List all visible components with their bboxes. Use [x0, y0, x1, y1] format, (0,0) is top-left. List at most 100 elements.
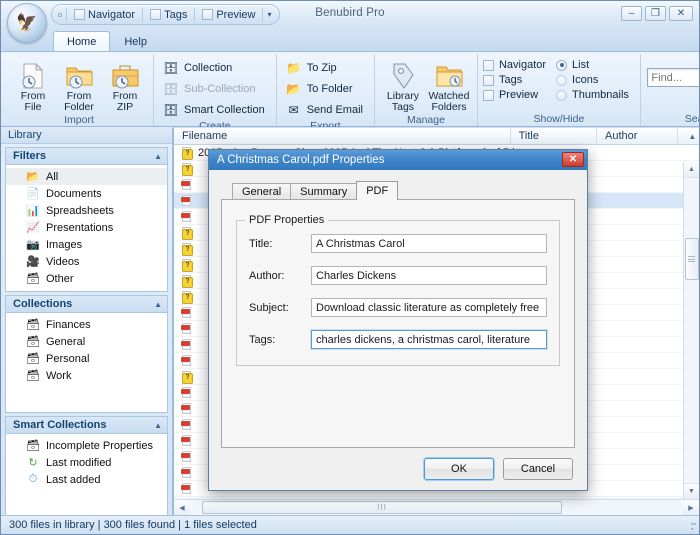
sidebar-item-work[interactable]: 🗃 Work [6, 367, 167, 384]
sidebar-item-personal[interactable]: 🗃 Personal [6, 350, 167, 367]
field-row-subject: Subject: [249, 298, 547, 317]
ribbon-group-manage: Library Tags Watched Folders Manage [373, 54, 477, 126]
sidebar-item-all[interactable]: 📂 All [6, 168, 167, 185]
scroll-up-button[interactable]: ▲ [683, 162, 699, 178]
status-text: 300 files in library | 300 files found |… [9, 519, 257, 531]
sidebar-panel-filters-header[interactable]: Filters ▲ [5, 147, 168, 164]
application-menu-button[interactable]: 🦅 [7, 3, 47, 43]
sidebar-item-documents[interactable]: 📄 Documents [6, 185, 167, 202]
group-label-show-hide: Show/Hide [533, 113, 585, 125]
sidebar-item-last-added-label: Last added [46, 473, 101, 486]
from-file-button[interactable]: From File [10, 56, 56, 114]
window-controls: – ❐ ✕ [621, 6, 693, 21]
create-sub-collection-button: 🗄 Sub-Collection [159, 79, 271, 99]
vertical-scroll-thumb[interactable] [684, 238, 699, 280]
column-header-author[interactable]: Author [597, 128, 678, 144]
presentation-icon: 📈 [26, 222, 40, 234]
sidebar-item-other[interactable]: 🗃 Other [6, 270, 167, 287]
dialog-tab-panel-pdf: PDF Properties Title: Author: Subject: [221, 199, 575, 448]
from-zip-button[interactable]: From ZIP [102, 56, 148, 114]
dialog-close-button[interactable]: ✕ [562, 152, 584, 167]
pdf-icon [180, 306, 193, 319]
sidebar-item-images[interactable]: 📷 Images [6, 236, 167, 253]
pdf-icon [180, 402, 193, 415]
from-folder-button[interactable]: From Folder [56, 56, 102, 114]
close-button[interactable]: ✕ [669, 6, 693, 21]
sort-indicator-icon[interactable]: ▲ [686, 128, 699, 144]
sidebar-panel-smart-collections-header[interactable]: Smart Collections ▲ [5, 416, 168, 433]
dialog-footer: OK Cancel [209, 448, 587, 490]
maximize-button[interactable]: ❐ [645, 6, 666, 21]
chevron-up-icon[interactable]: ▲ [154, 300, 162, 309]
chm-icon [180, 146, 193, 160]
tab-summary[interactable]: Summary [290, 183, 358, 200]
sidebar-item-incomplete-properties[interactable]: 🗃 Incomplete Properties [6, 437, 167, 454]
title-field[interactable] [311, 234, 547, 253]
tab-pdf[interactable]: PDF [356, 181, 399, 200]
export-to-folder-button[interactable]: 📂 To Folder [282, 79, 369, 99]
tags-field[interactable] [311, 330, 547, 349]
sidebar-item-last-modified[interactable]: ↻ Last modified [6, 454, 167, 471]
document-clock-icon [18, 60, 48, 91]
create-smart-collection-button[interactable]: 🗄 Smart Collection [159, 100, 271, 120]
spreadsheet-icon: 📊 [26, 205, 40, 217]
incomplete-properties-icon: 🗃 [26, 440, 40, 452]
send-email-button[interactable]: ✉ Send Email [282, 100, 369, 120]
radio-thumbnails[interactable]: Thumbnails [556, 89, 635, 101]
library-tags-button[interactable]: Library Tags [380, 56, 426, 114]
radio-list-label: List [572, 59, 590, 71]
dialog-body: General Summary PDF PDF Properties Title… [209, 170, 587, 448]
zip-icon: 📁 [286, 61, 302, 75]
chevron-up-icon[interactable]: ▲ [154, 152, 162, 161]
sidebar-item-spreadsheets[interactable]: 📊 Spreadsheets [6, 202, 167, 219]
sidebar-item-last-added[interactable]: ⏱ Last added [6, 471, 167, 488]
scroll-left-button[interactable]: ◀ [174, 500, 190, 515]
horizontal-scrollbar[interactable]: ◀ III ▶ [174, 499, 699, 515]
sidebar-panel-filters-title: Filters [13, 150, 47, 162]
column-header-subject[interactable]: Subject [678, 128, 686, 144]
sidebar-panel-collections-body: 🗃 Finances 🗃 General 🗃 Personal 🗃 Work [5, 312, 168, 413]
author-field[interactable] [311, 266, 547, 285]
create-sub-collection-label: Sub-Collection [184, 83, 256, 95]
chm-icon [180, 242, 193, 256]
sidebar-item-videos[interactable]: 🎥 Videos [6, 253, 167, 270]
file-list-header: Filename Title Author Subject ▲ [174, 128, 699, 145]
chevron-up-icon[interactable]: ▲ [154, 421, 162, 430]
scroll-right-button[interactable]: ▶ [683, 500, 699, 515]
sidebar-item-general[interactable]: 🗃 General [6, 333, 167, 350]
column-header-filename[interactable]: Filename [174, 128, 511, 144]
checkbox-preview[interactable]: Preview [482, 89, 552, 101]
search-box[interactable]: ▾ [647, 68, 699, 87]
scroll-down-button[interactable]: ▼ [683, 483, 699, 499]
column-header-title[interactable]: Title [511, 128, 597, 144]
tab-home[interactable]: Home [53, 31, 111, 51]
radio-selected-icon [556, 59, 568, 71]
export-to-zip-button[interactable]: 📁 To Zip [282, 58, 369, 78]
bird-logo-icon: 🦅 [16, 12, 38, 32]
title-field-label: Title: [249, 237, 273, 250]
resize-grip-icon[interactable]: ▪▪ ▪ [691, 521, 696, 533]
horizontal-scroll-track[interactable]: III [190, 500, 683, 515]
search-input[interactable] [648, 69, 699, 86]
sidebar-item-presentations[interactable]: 📈 Presentations [6, 219, 167, 236]
sidebar-panel-collections-header[interactable]: Collections ▲ [5, 295, 168, 312]
radio-list[interactable]: List [556, 59, 635, 71]
watched-folder-icon [434, 60, 464, 91]
subject-field[interactable] [311, 298, 547, 317]
vertical-scrollbar[interactable]: ▲ ▼ [683, 162, 699, 499]
field-row-tags: Tags: [249, 330, 547, 349]
horizontal-scroll-thumb[interactable]: III [202, 501, 562, 514]
cancel-button[interactable]: Cancel [503, 458, 573, 480]
create-collection-button[interactable]: 🗄 Collection [159, 58, 271, 78]
checkbox-navigator[interactable]: Navigator [482, 59, 552, 71]
chm-icon [180, 258, 193, 272]
ok-button[interactable]: OK [424, 458, 494, 480]
tab-general[interactable]: General [232, 183, 292, 200]
sidebar-item-finances[interactable]: 🗃 Finances [6, 316, 167, 333]
table-row[interactable] [174, 497, 699, 499]
tab-help[interactable]: Help [110, 31, 161, 51]
watched-folders-button[interactable]: Watched Folders [426, 56, 472, 114]
minimize-button[interactable]: – [621, 6, 642, 21]
checkbox-tags[interactable]: Tags [482, 74, 552, 86]
radio-icons[interactable]: Icons [556, 74, 635, 86]
